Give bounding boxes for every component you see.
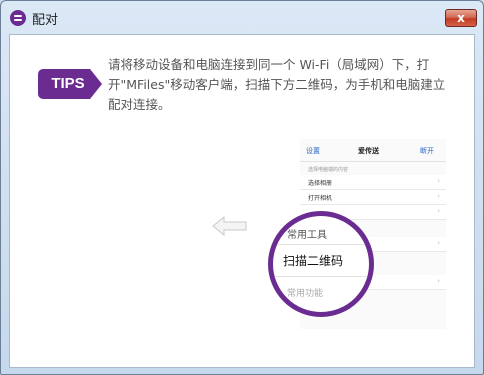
phone-row: 打开相机 ›: [300, 190, 446, 205]
pairing-window: 配对 x TIPS 请将移动设备和电脑连接到同一个 Wi-Fi（局域网）下，打开…: [0, 0, 484, 375]
tips-label: TIPS: [51, 75, 85, 92]
title-bar[interactable]: 配对 x: [1, 1, 483, 31]
tips-badge: TIPS: [38, 69, 102, 99]
app-logo-icon: [10, 10, 26, 26]
magnified-scan-qr: 扫描二维码: [283, 254, 344, 268]
magnified-faded-item: 常用功能: [287, 289, 324, 299]
phone-nav-bar: 设置 爱传送 断开: [300, 139, 446, 162]
phone-section-header: 选择电脑端的内容: [308, 167, 349, 173]
window-title: 配对: [32, 13, 59, 28]
phone-nav-title: 爱传送: [358, 147, 379, 155]
close-button[interactable]: x: [445, 9, 477, 27]
phone-row: 选择相册 ›: [300, 175, 446, 190]
magnified-common-tools: 常用工具: [287, 230, 327, 241]
content-area: TIPS 请将移动设备和电脑连接到同一个 Wi-Fi（局域网）下，打开"MFil…: [9, 34, 475, 368]
instruction-text: 请将移动设备和电脑连接到同一个 Wi-Fi（局域网）下，打开"MFiles"移动…: [108, 57, 446, 112]
phone-nav-settings: 设置: [306, 147, 320, 155]
magnifier-circle: 常用工具 扫描二维码 常用功能: [268, 211, 374, 317]
arrow-left-icon: [212, 215, 247, 237]
phone-nav-disconnect: 断开: [420, 147, 434, 155]
